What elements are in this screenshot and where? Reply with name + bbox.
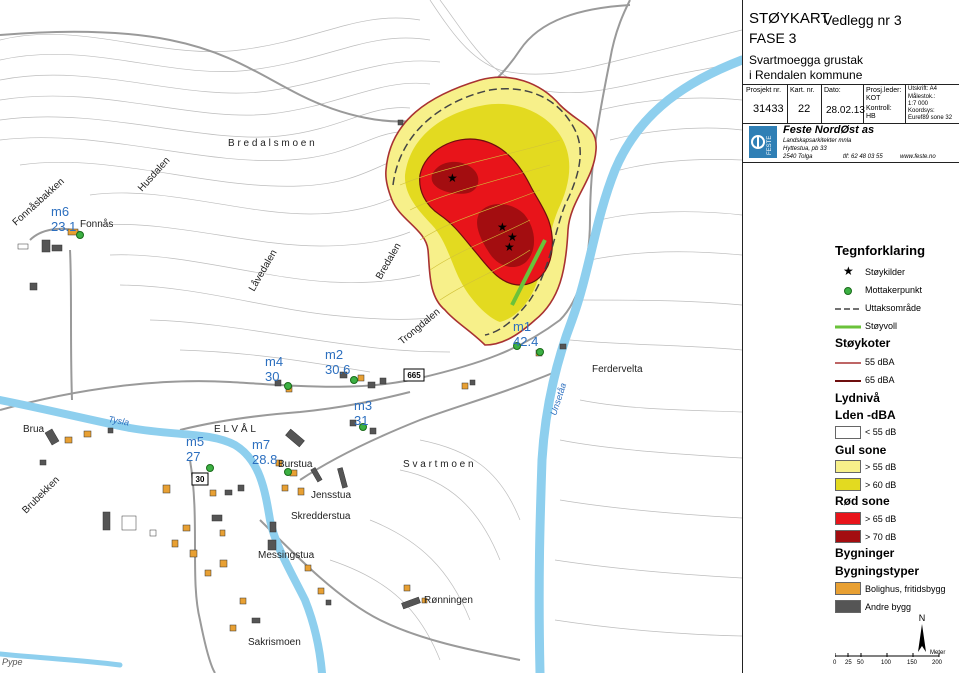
legend: Tegnforklaring ★ Støykilder Mottakerpunk… xyxy=(743,0,959,673)
side-panel: STØYKART Vedlegg nr 3 FASE 3 Svartmoegga… xyxy=(742,0,959,673)
scale-tick-0: 0 xyxy=(833,660,837,666)
place-elval: E L V Å L xyxy=(214,422,256,435)
buildings-heading: Bygninger xyxy=(835,546,895,560)
scale-tick-200: 200 xyxy=(932,660,943,666)
receiver-m1-value: 42.4 xyxy=(513,334,538,349)
north-arrow-icon: N xyxy=(918,613,926,652)
receiver-m6-value: 23.1 xyxy=(51,219,76,234)
red-zone-heading: Rød sone xyxy=(835,494,890,508)
receiver-m3-id: m3 xyxy=(354,398,372,413)
north-label: N xyxy=(919,613,926,623)
road-number-30: 30 xyxy=(196,475,205,484)
receiver-m2-id: m2 xyxy=(325,347,343,362)
receiver-m5-id: m5 xyxy=(186,434,204,449)
place-fonnas: Fonnås xyxy=(80,218,113,230)
scale-tick-150: 150 xyxy=(907,660,918,666)
legend-item-noise-source: ★ Støykilder xyxy=(843,264,906,278)
receiver-m1-id: m1 xyxy=(513,319,531,334)
place-ronningen: Rønningen xyxy=(424,595,473,606)
scale-unit: Meter xyxy=(930,650,946,656)
receiver-m4-value: 30 xyxy=(265,369,279,384)
receiver-m7-id: m7 xyxy=(252,437,270,452)
legend-red-70: > 70 dB xyxy=(743,529,959,545)
receiver-m4-id: m4 xyxy=(265,354,283,369)
yellow-zone-heading: Gul sone xyxy=(835,443,887,457)
receiver-m2-value: 30.6 xyxy=(325,362,350,377)
place-brua: Brua xyxy=(23,424,45,435)
place-messingstua: Messingstua xyxy=(258,550,315,561)
receiver-m7-value: 28.8 xyxy=(252,452,277,467)
scale-bar: Meter 0 25 50 100 150 200 xyxy=(833,650,946,670)
receiver-m5-value: 27 xyxy=(186,449,200,464)
receiver-m3-value: 31 xyxy=(354,413,368,428)
legend-item-noise-barrier: Støyvoll xyxy=(743,318,959,334)
place-svartmoen: S v a r t m o e n xyxy=(403,459,474,470)
receiver-m6-id: m6 xyxy=(51,204,69,219)
legend-contour-55: 55 dBA xyxy=(835,357,895,367)
legend-item-extraction-area: Uttaksområde xyxy=(743,300,959,316)
scale-tick-100: 100 xyxy=(881,660,892,666)
building-types-heading: Bygningstyper xyxy=(835,564,920,578)
level-heading: Lydnivå xyxy=(835,391,880,405)
place-bredalsmoen: B r e d a l s m o e n xyxy=(228,138,315,149)
dashed-line-icon xyxy=(835,308,861,310)
scale-tick-50: 50 xyxy=(857,660,864,666)
noise-map[interactable]: ★ ★ ★ ★ 665 30 B r e d a l s m o e n Hus… xyxy=(0,0,742,673)
place-jensstua: Jensstua xyxy=(311,490,351,501)
legend-level-below-55: < 55 dB xyxy=(743,424,959,440)
contours-heading: Støykoter xyxy=(835,336,891,350)
noise-source-star: ★ xyxy=(447,171,458,185)
place-skredderstua: Skredderstua xyxy=(291,511,351,522)
place-sakrismoen: Sakrismoen xyxy=(248,637,301,648)
road-number-665: 665 xyxy=(407,371,421,380)
legend-building-residential: Bolighus, fritidsbygg xyxy=(743,581,959,597)
legend-yellow-55: > 55 dB xyxy=(743,459,959,475)
legend-red-65: > 65 dB xyxy=(743,511,959,527)
place-burstua: Burstua xyxy=(278,459,313,470)
legend-item-receiver: Mottakerpunkt xyxy=(743,282,959,298)
noise-source-star: ★ xyxy=(504,240,515,254)
legend-yellow-60: > 60 dB xyxy=(743,477,959,493)
receiver-icon xyxy=(844,287,852,295)
place-pype: Pype xyxy=(2,657,23,667)
level-subheading: Lden -dBA xyxy=(835,408,896,422)
legend-heading: Tegnforklaring xyxy=(835,243,926,258)
place-ferdervelta: Ferdervelta xyxy=(592,364,643,375)
legend-contour-65: 65 dBA xyxy=(835,375,895,385)
scale-tick-25: 25 xyxy=(845,660,852,666)
green-line-icon xyxy=(835,325,861,329)
